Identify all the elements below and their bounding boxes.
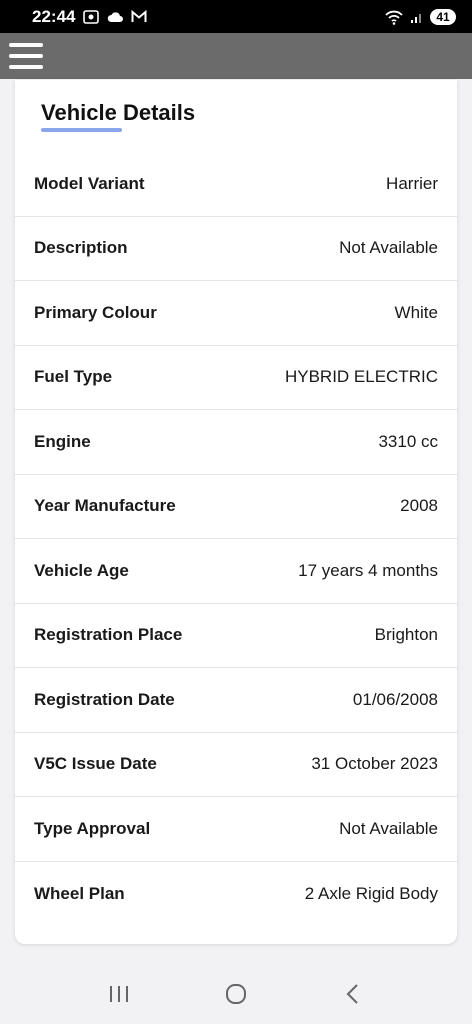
wifi-icon: [384, 9, 404, 25]
detail-value: 01/06/2008: [352, 689, 438, 709]
menu-line: [9, 43, 43, 47]
detail-label: Primary Colour: [34, 302, 157, 322]
menu-line: [9, 65, 43, 69]
app-bar: [0, 33, 472, 79]
detail-value: HYBRID ELECTRIC: [284, 367, 438, 387]
detail-value: 2 Axle Rigid Body: [304, 883, 438, 903]
detail-value: Not Available: [339, 238, 438, 258]
signal-icon: [410, 10, 424, 24]
status-left: 22:44: [32, 7, 147, 27]
detail-label: Type Approval: [34, 818, 151, 838]
detail-label: Description: [34, 238, 128, 258]
back-icon[interactable]: [333, 974, 373, 1014]
detail-row-year-manufacture: Year Manufacture 2008: [15, 475, 457, 539]
detail-row-engine: Engine 3310 cc: [15, 410, 457, 475]
card-title: Vehicle Details: [41, 100, 196, 125]
detail-row-description: Description Not Available: [15, 217, 457, 281]
detail-row-registration-date: Registration Date 01/06/2008: [15, 668, 457, 733]
screen-record-icon: [83, 9, 100, 24]
detail-label: Engine: [34, 431, 91, 451]
detail-label: Year Manufacture: [34, 496, 176, 516]
detail-value: 31 October 2023: [311, 754, 438, 774]
detail-label: Model Variant: [34, 173, 145, 193]
detail-label: V5C Issue Date: [34, 754, 157, 774]
title-underline: [41, 128, 122, 132]
status-bar: 22:44 41: [0, 0, 472, 33]
recent-apps-icon[interactable]: [99, 974, 139, 1014]
home-icon[interactable]: [216, 974, 256, 1014]
detail-label: Registration Date: [34, 689, 175, 709]
battery-icon: 41: [430, 8, 456, 25]
detail-row-fuel-type: Fuel Type HYBRID ELECTRIC: [15, 346, 457, 410]
cloud-icon: [107, 11, 124, 23]
detail-row-registration-place: Registration Place Brighton: [15, 604, 457, 668]
detail-value: Harrier: [386, 173, 438, 193]
detail-row-model-variant: Model Variant Harrier: [15, 152, 457, 217]
detail-value: 2008: [400, 496, 438, 516]
status-time: 22:44: [32, 6, 76, 26]
system-nav-bar: [0, 964, 472, 1024]
detail-row-v5c-issue-date: V5C Issue Date 31 October 2023: [15, 733, 457, 797]
status-right: 41: [384, 8, 456, 25]
detail-value: 17 years 4 months: [298, 560, 438, 580]
vehicle-details-card: Vehicle Details Model Variant Harrier De…: [15, 80, 457, 944]
detail-row-vehicle-age: Vehicle Age 17 years 4 months: [15, 539, 457, 604]
detail-value: Not Available: [339, 818, 438, 838]
detail-value: 3310 cc: [378, 431, 438, 451]
detail-label: Wheel Plan: [34, 883, 125, 903]
detail-label: Registration Place: [34, 625, 183, 645]
detail-row-type-approval: Type Approval Not Available: [15, 797, 457, 862]
detail-row-wheel-plan: Wheel Plan 2 Axle Rigid Body: [15, 862, 457, 927]
menu-line: [9, 54, 43, 58]
detail-label: Vehicle Age: [34, 560, 129, 580]
detail-value: Brighton: [374, 625, 438, 645]
detail-label: Fuel Type: [34, 367, 113, 387]
detail-row-primary-colour: Primary Colour White: [15, 281, 457, 346]
detail-value: White: [394, 302, 438, 322]
hamburger-menu-icon[interactable]: [8, 40, 44, 72]
gmail-icon: [131, 10, 147, 23]
details-list: Model Variant Harrier Description Not Av…: [15, 152, 457, 926]
